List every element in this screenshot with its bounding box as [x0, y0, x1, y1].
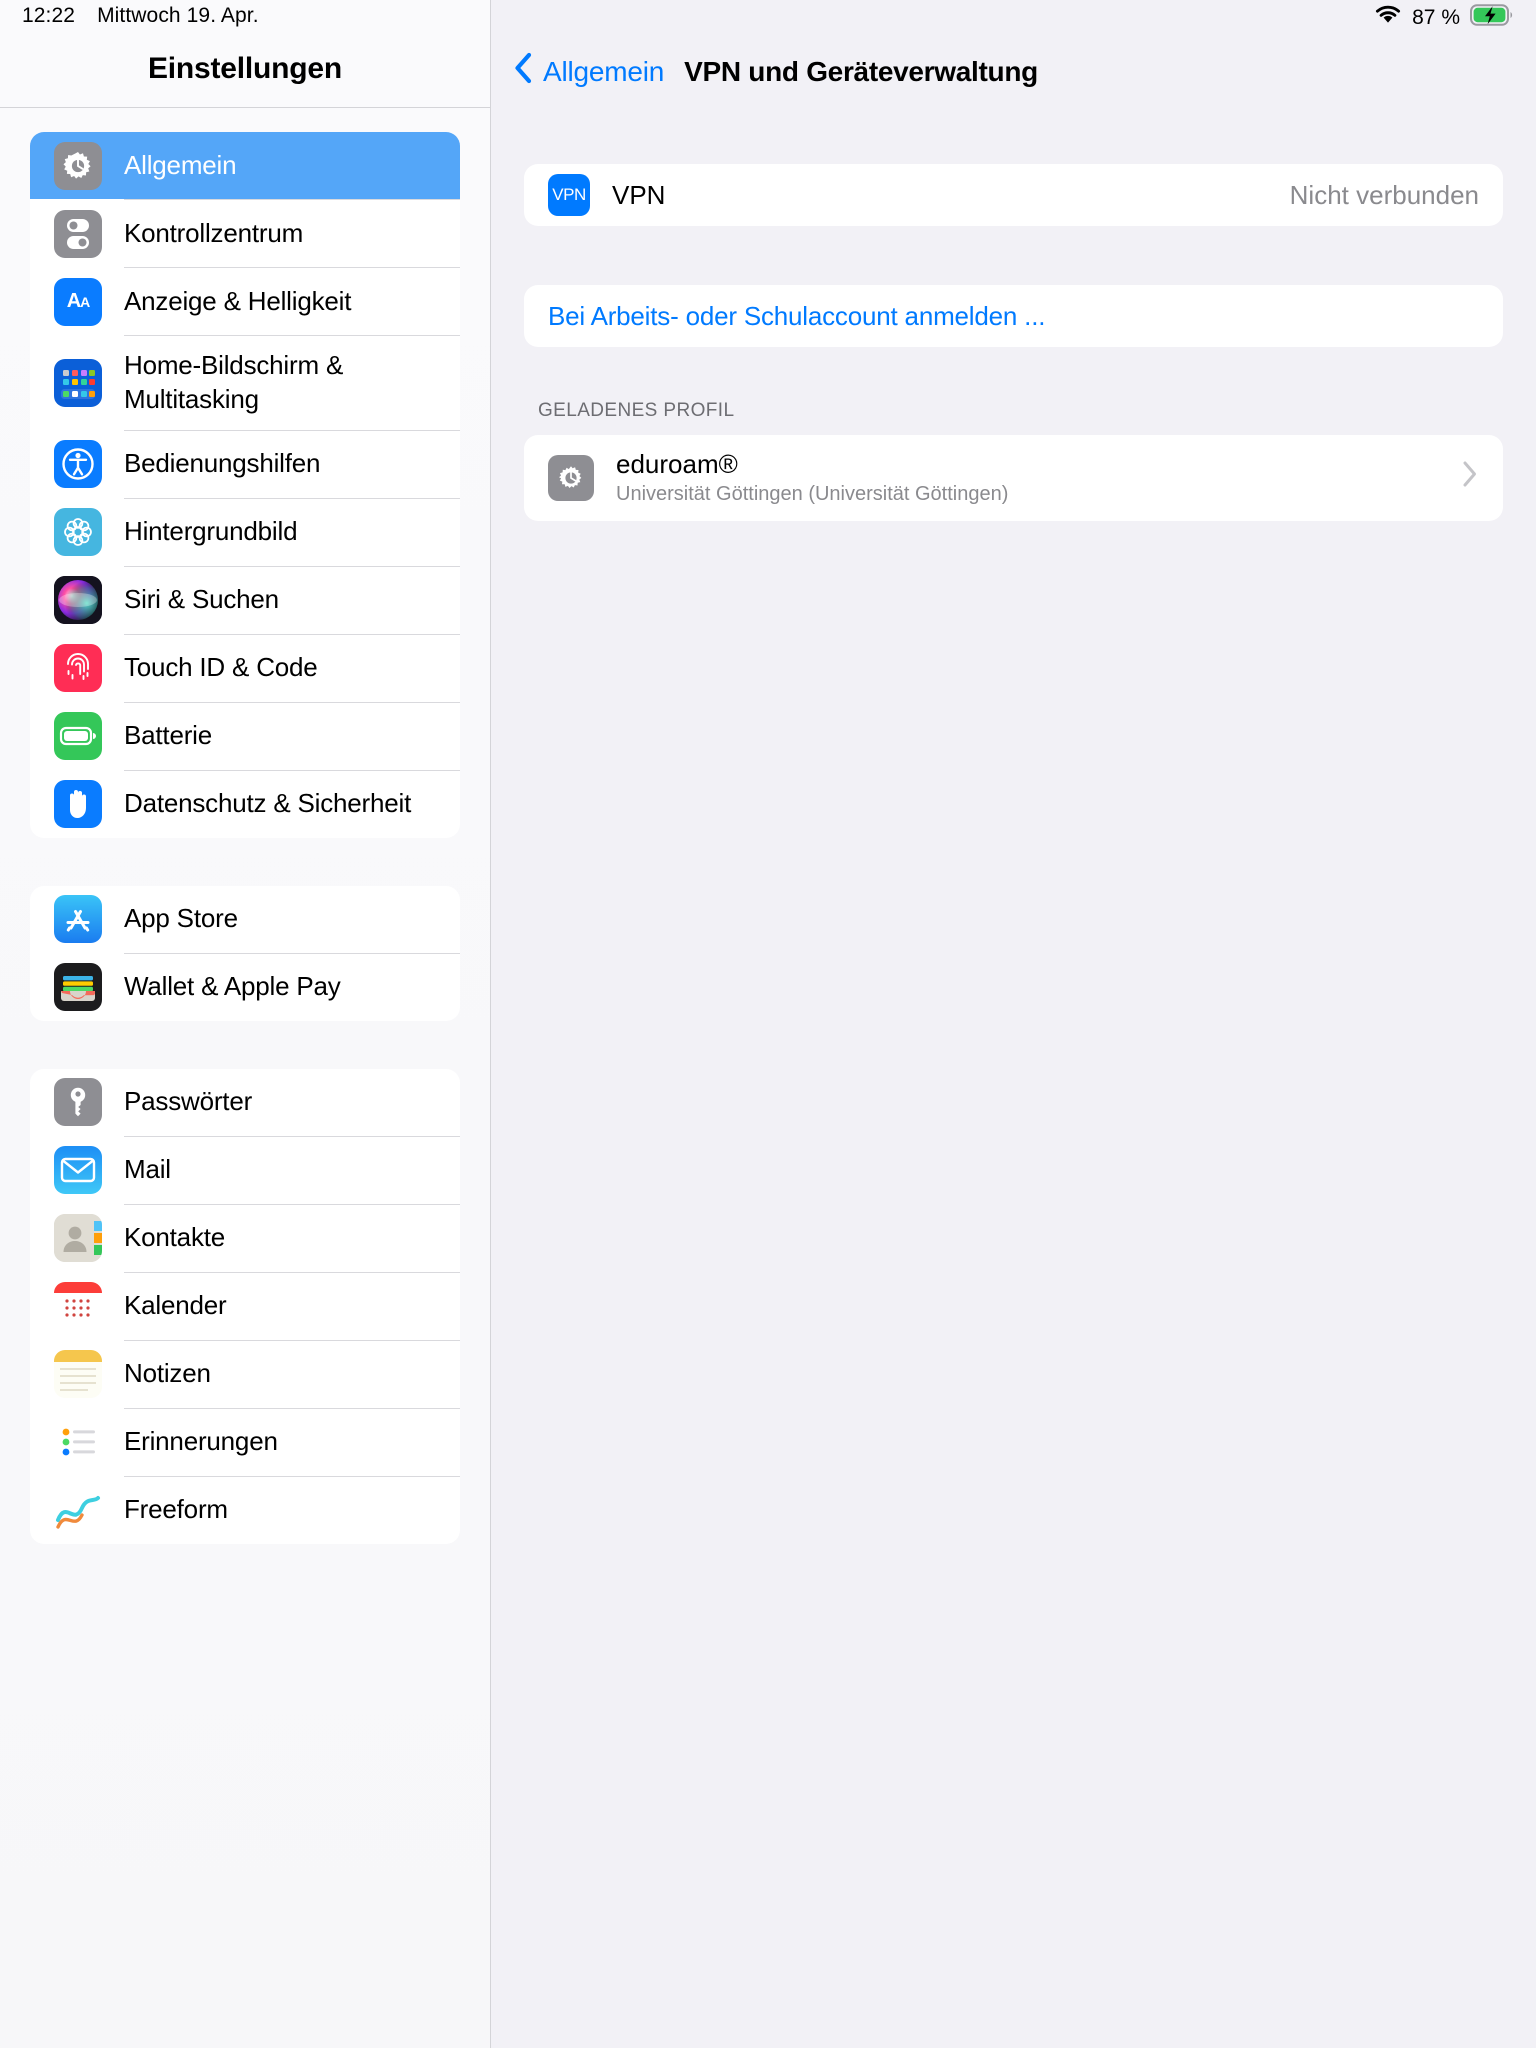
status-bar-left: 12:22 Mittwoch 19. Apr.	[22, 4, 259, 28]
chevron-right-icon	[1461, 459, 1479, 497]
accessibility-icon	[54, 440, 102, 489]
freeform-icon	[54, 1486, 102, 1535]
sidebar-item-mail[interactable]: Mail	[30, 1137, 460, 1204]
touch-id-icon	[54, 644, 102, 693]
wifi-icon	[1374, 4, 1402, 32]
vpn-row[interactable]: VPN VPN Nicht verbunden	[524, 164, 1503, 226]
sidebar-item-touch-id-code[interactable]: Touch ID & Code	[30, 635, 460, 702]
sidebar-item-label: Datenschutz & Sicherheit	[124, 788, 412, 819]
siri-icon	[54, 576, 102, 625]
sidebar-item-label: Siri & Suchen	[124, 584, 279, 615]
settings-app-window: 12:22 Mittwoch 19. Apr. Einstellungen Al…	[0, 0, 1536, 2048]
app-store-icon	[54, 895, 102, 944]
vpn-row-label: VPN	[612, 179, 666, 210]
work-school-account-label: Bei Arbeits- oder Schulaccount anmelden …	[548, 300, 1046, 331]
sidebar-item-label: Freeform	[124, 1494, 228, 1525]
sidebar-item-anzeige-helligkeit[interactable]: AA Anzeige & Helligkeit	[30, 268, 460, 335]
sidebar-item-label: Bedienungshilfen	[124, 448, 321, 479]
sidebar-item-label: Touch ID & Code	[124, 652, 318, 683]
sidebar-group: Passwörter Mail Kontakte Kalender Notizen Eri…	[30, 1068, 460, 1544]
status-time: 12:22	[22, 4, 76, 27]
back-button-label: Allgemein	[543, 55, 665, 87]
vpn-status-value: Nicht verbunden	[1289, 179, 1479, 210]
passwords-key-icon	[54, 1078, 102, 1127]
home-screen-icon	[54, 358, 102, 407]
sidebar-item-label: Passwörter	[124, 1086, 253, 1117]
gear-icon	[54, 141, 102, 190]
gear-icon	[548, 455, 594, 501]
sidebar-item-label: Wallet & Apple Pay	[124, 971, 341, 1002]
sidebar-item-erinnerungen[interactable]: Erinnerungen	[30, 1409, 460, 1476]
sidebar-item-bedienungshilfen[interactable]: Bedienungshilfen	[30, 431, 460, 498]
sidebar-item-label: Hintergrundbild	[124, 516, 298, 547]
profile-name: eduroam®	[616, 448, 738, 479]
sidebar-item-app-store[interactable]: App Store	[30, 886, 460, 953]
settings-sidebar: 12:22 Mittwoch 19. Apr. Einstellungen Al…	[0, 0, 490, 2048]
sidebar-item-batterie[interactable]: Batterie	[30, 703, 460, 770]
detail-title: VPN und Geräteverwaltung	[684, 55, 1038, 87]
sidebar-item-home-bildschirm-multitasking[interactable]: Home-Bildschirm & Multitasking	[30, 336, 460, 430]
sidebar-item-label: Anzeige & Helligkeit	[124, 285, 352, 316]
profile-subtitle: Universität Göttingen (Universität Götti…	[616, 483, 1009, 506]
reminders-icon	[54, 1418, 102, 1467]
privacy-hand-icon	[54, 780, 102, 829]
sidebar-header: 12:22 Mittwoch 19. Apr. Einstellungen	[0, 0, 490, 108]
sidebar-item-label: Kontrollzentrum	[124, 217, 304, 248]
sidebar-item-label: Kalender	[124, 1290, 227, 1321]
sidebar-item-label: Kontakte	[124, 1222, 226, 1253]
back-button[interactable]: Allgemein	[513, 52, 664, 91]
sidebar-item-label: Mail	[124, 1154, 171, 1185]
sidebar-group: Allgemein Kontrollzentrum AA Anzeige & Hell…	[30, 132, 460, 838]
sidebar-item-allgemein[interactable]: Allgemein	[30, 132, 460, 199]
sidebar-item-kalender[interactable]: Kalender	[30, 1273, 460, 1340]
control-center-icon	[54, 209, 102, 258]
header-divider	[0, 107, 490, 108]
mail-icon	[54, 1146, 102, 1195]
sidebar-item-label: Erinnerungen	[124, 1426, 278, 1457]
sidebar-item-label: Notizen	[124, 1358, 211, 1389]
profile-text-block: eduroam® Universität Göttingen (Universi…	[616, 448, 1461, 507]
sidebar-group: App Store Wallet & Apple Pay	[30, 885, 460, 1021]
sidebar-item-wallet-apple-pay[interactable]: Wallet & Apple Pay	[30, 954, 460, 1021]
wallpaper-icon	[54, 508, 102, 557]
work-school-account-row[interactable]: Bei Arbeits- oder Schulaccount anmelden …	[524, 285, 1503, 347]
sidebar-item-freeform[interactable]: Freeform	[30, 1477, 460, 1544]
sidebar-item-siri-suchen[interactable]: Siri & Suchen	[30, 567, 460, 634]
sidebar-item-label: Home-Bildschirm & Multitasking	[124, 350, 344, 414]
battery-icon	[54, 712, 102, 761]
battery-charging-icon	[1470, 4, 1514, 32]
detail-navigation-bar: Allgemein VPN und Geräteverwaltung	[513, 52, 1038, 91]
page-title: Einstellungen	[147, 52, 343, 85]
status-bar-right: 87 %	[1374, 4, 1514, 32]
calendar-icon	[54, 1282, 102, 1331]
sidebar-item-notizen[interactable]: Notizen	[30, 1341, 460, 1408]
sidebar-item-label: Batterie	[124, 720, 213, 751]
sidebar-item-kontrollzentrum[interactable]: Kontrollzentrum	[30, 200, 460, 267]
display-brightness-icon: AA	[54, 277, 102, 326]
wallet-icon	[54, 963, 102, 1012]
sidebar-item-label: App Store	[124, 903, 238, 934]
notes-icon	[54, 1350, 102, 1399]
battery-percent-label: 87 %	[1412, 6, 1460, 29]
sidebar-item-passwoerter[interactable]: Passwörter	[30, 1069, 460, 1136]
profile-row-eduroam[interactable]: eduroam® Universität Göttingen (Universi…	[524, 435, 1503, 521]
detail-pane: 87 % Allgemein VPN und Geräteverwaltung …	[490, 0, 1536, 2048]
sidebar-scroll-area[interactable]: Allgemein Kontrollzentrum AA Anzeige & Hell…	[0, 108, 490, 2048]
sidebar-item-datenschutz-sicherheit[interactable]: Datenschutz & Sicherheit	[30, 771, 460, 838]
sidebar-item-hintergrundbild[interactable]: Hintergrundbild	[30, 499, 460, 566]
contacts-icon	[54, 1214, 102, 1263]
loaded-profile-section-header: GELADENES PROFIL	[538, 400, 735, 421]
sidebar-item-kontakte[interactable]: Kontakte	[30, 1205, 460, 1272]
sidebar-item-label: Allgemein	[124, 149, 237, 180]
chevron-left-icon	[513, 52, 533, 91]
vpn-badge-icon: VPN	[548, 174, 590, 216]
status-date: Mittwoch 19. Apr.	[97, 4, 259, 27]
